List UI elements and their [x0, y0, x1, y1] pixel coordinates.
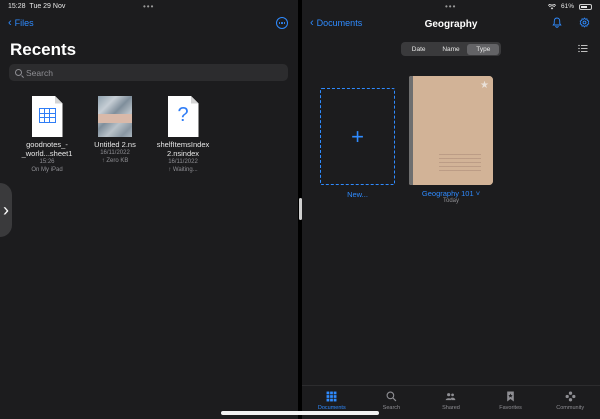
- search-icon: [15, 69, 22, 76]
- grid-icon: [326, 391, 337, 402]
- grid-icon: [38, 108, 56, 123]
- battery-percentage: 61%: [560, 3, 574, 10]
- more-dot-icon: [283, 22, 286, 24]
- question-mark-icon: ?: [177, 104, 189, 126]
- status-time: 15:28 Tue 29 Nov: [8, 3, 65, 10]
- new-document-button[interactable]: +: [320, 88, 395, 185]
- multitasking-dots[interactable]: •••: [445, 2, 456, 11]
- cover-label-lines: [439, 154, 481, 174]
- sort-type-option[interactable]: Type: [467, 43, 500, 55]
- more-options-button[interactable]: [276, 17, 288, 29]
- bookmark-icon: [507, 391, 514, 402]
- files-pane: 15:28 Tue 29 Nov ••• ‹ Files Recents goo…: [0, 0, 298, 419]
- status-clock: 15:28: [8, 3, 26, 10]
- chevron-right-icon: ›: [3, 199, 9, 220]
- file-item-shelf-index[interactable]: ? shelfItemsIndex 2.nsindex 16/11/2022 ↑…: [150, 96, 216, 174]
- gear-icon[interactable]: [579, 17, 590, 28]
- file-date: 15:26: [39, 159, 55, 165]
- file-name: goodnotes_- _world...sheet1: [14, 140, 80, 158]
- home-indicator[interactable]: [221, 411, 379, 415]
- notebook-cover[interactable]: ★: [409, 76, 493, 185]
- file-name-line: _world...sheet1: [21, 149, 73, 158]
- page-fold: [191, 96, 199, 104]
- tab-label: Search: [382, 405, 401, 411]
- plus-icon: +: [351, 123, 364, 149]
- tab-community[interactable]: Community: [540, 386, 600, 419]
- tab-label: Shared: [442, 405, 460, 411]
- file-name-line: 2.nsindex: [166, 149, 200, 158]
- page-fold: [55, 96, 63, 104]
- people-icon: [446, 393, 456, 401]
- sort-segmented-control: Date Name Type: [401, 42, 501, 56]
- tab-label: Favorites: [499, 405, 522, 411]
- search-icon: [386, 391, 397, 402]
- sidebar-toggle-handle[interactable]: ›: [0, 183, 12, 237]
- bell-icon[interactable]: [552, 17, 562, 28]
- file-name-line: shelfItemsIndex: [156, 140, 210, 149]
- unknown-file-icon: ?: [167, 96, 199, 137]
- file-item-spreadsheet[interactable]: goodnotes_- _world...sheet1 15:26 On My …: [14, 96, 80, 174]
- file-name: Untitled 2.ns: [82, 140, 148, 149]
- more-dot-icon: [278, 22, 281, 24]
- notebook-thumbnail: [98, 96, 132, 137]
- file-name-line: Untitled 2.ns: [94, 140, 136, 149]
- back-label: Files: [14, 18, 34, 28]
- tab-label: Community: [556, 405, 585, 411]
- back-to-files-button[interactable]: ‹ Files: [8, 16, 34, 29]
- multitasking-dots[interactable]: •••: [143, 2, 154, 11]
- file-date: 16/11/2022: [100, 150, 130, 156]
- notebook-date: Today: [442, 198, 459, 204]
- tab-favorites[interactable]: Favorites: [481, 386, 541, 419]
- file-name-line: goodnotes_-: [26, 140, 68, 149]
- sort-date-option[interactable]: Date: [403, 44, 435, 55]
- notebook-title[interactable]: Geography 101 ˅: [403, 189, 499, 198]
- thumbnail-label-strip: [98, 114, 132, 123]
- status-indicators: 61%: [547, 3, 592, 10]
- search-input[interactable]: [26, 67, 266, 78]
- battery-icon: [579, 3, 592, 10]
- spreadsheet-icon: [31, 96, 63, 137]
- new-document-label[interactable]: New...: [320, 190, 395, 199]
- sort-name-option[interactable]: Name: [435, 44, 467, 55]
- wifi-icon: [547, 3, 556, 9]
- file-item-untitled[interactable]: Untitled 2.ns 16/11/2022 ↑ Zero KB: [82, 96, 148, 165]
- search-bar[interactable]: [9, 64, 288, 81]
- file-date: 16/11/2022: [168, 159, 198, 165]
- star-icon[interactable]: ★: [480, 80, 489, 91]
- file-location: On My iPad: [31, 167, 63, 173]
- upload-status: ↑ Waiting...: [168, 167, 198, 173]
- more-dot-icon: [281, 22, 283, 24]
- file-size: ↑ Zero KB: [101, 158, 129, 164]
- goodnotes-pane: ••• 61% ‹ Documents Geography Date Name …: [302, 0, 600, 419]
- chevron-left-icon: ‹: [8, 16, 12, 29]
- list-view-icon[interactable]: [578, 44, 588, 53]
- file-name: shelfItemsIndex 2.nsindex: [150, 140, 216, 158]
- community-icon: [565, 391, 576, 402]
- tab-shared[interactable]: Shared: [421, 386, 481, 419]
- page-title: Recents: [10, 40, 77, 59]
- status-date: Tue 29 Nov: [29, 3, 66, 10]
